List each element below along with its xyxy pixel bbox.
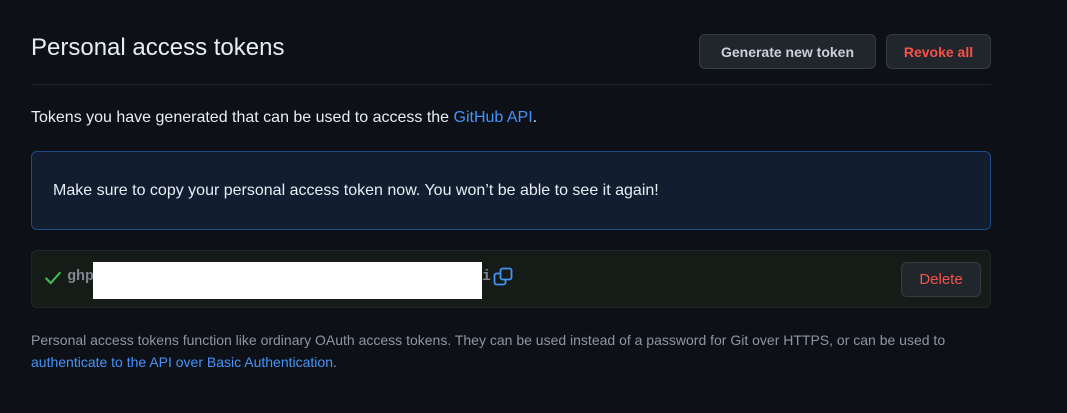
header-divider [31, 84, 991, 85]
intro-text: Tokens you have generated that can be us… [31, 107, 537, 129]
revoke-all-button[interactable]: Revoke all [886, 34, 991, 69]
token-help-note-body: Personal access tokens function like ord… [31, 332, 946, 348]
intro-text-body: Tokens you have generated that can be us… [31, 109, 454, 126]
token-value-redaction [93, 262, 482, 299]
github-api-link[interactable]: GitHub API [454, 109, 533, 126]
intro-text-suffix: . [532, 109, 538, 126]
generate-new-token-button[interactable]: Generate new token [699, 34, 876, 69]
check-icon [45, 271, 61, 285]
new-token-row: ghp i Delete [31, 250, 991, 308]
flash-message: Make sure to copy your personal access t… [53, 181, 659, 199]
token-help-note-suffix: . [332, 354, 337, 370]
token-help-note: Personal access tokens function like ord… [31, 329, 1001, 373]
token-prefix: ghp [67, 268, 95, 285]
copy-icon[interactable] [492, 266, 514, 288]
delete-token-button[interactable]: Delete [901, 262, 981, 297]
page-title: Personal access tokens [31, 34, 285, 61]
copy-token-flash-notice: Make sure to copy your personal access t… [31, 151, 991, 230]
token-suffix: i [482, 268, 492, 285]
basic-auth-link[interactable]: authenticate to the API over Basic Authe… [31, 354, 333, 370]
